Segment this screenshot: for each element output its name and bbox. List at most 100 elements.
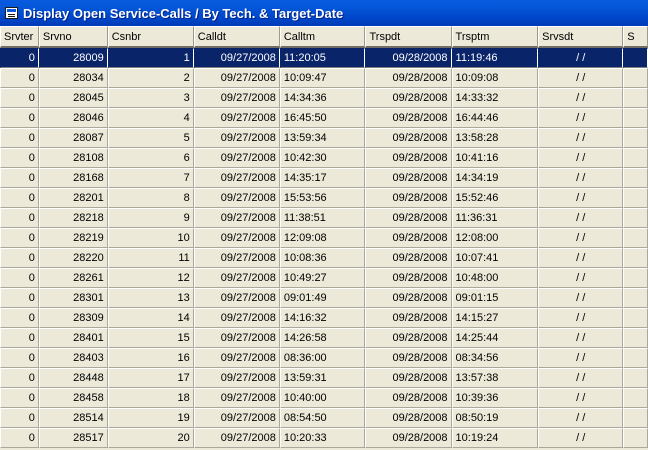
cell-trspdt[interactable]: 09/28/2008: [365, 408, 452, 428]
cell-calltm[interactable]: 08:54:50: [279, 408, 366, 428]
column-header-trsptm[interactable]: Trsptm: [451, 26, 539, 48]
cell-srvsdt[interactable]: / /: [538, 48, 624, 68]
cell-trsptm[interactable]: 10:39:36: [451, 388, 539, 408]
cell-trspdt[interactable]: 09/28/2008: [365, 248, 452, 268]
cell-srvsdt[interactable]: / /: [538, 388, 624, 408]
cell-srvsdt[interactable]: / /: [538, 88, 624, 108]
cell-csnbr[interactable]: 14: [107, 308, 194, 328]
cell-srvsdt[interactable]: / /: [538, 248, 624, 268]
cell-trsptm[interactable]: 16:44:46: [451, 108, 539, 128]
cell-trsptm[interactable]: 09:01:15: [451, 288, 539, 308]
table-row[interactable]: 0 28301 13 09/27/2008 09:01:49 09/28/2008 09:0…: [0, 288, 648, 308]
cell-srvno[interactable]: 28517: [38, 428, 108, 448]
cell-s[interactable]: [623, 228, 648, 248]
cell-srvsdt[interactable]: / /: [538, 408, 624, 428]
cell-trsptm[interactable]: 10:19:24: [451, 428, 539, 448]
cell-trsptm[interactable]: 11:36:31: [451, 208, 539, 228]
cell-srvsdt[interactable]: / /: [538, 268, 624, 288]
table-row[interactable]: 0 28261 12 09/27/2008 10:49:27 09/28/2008 10:4…: [0, 268, 648, 288]
cell-csnbr[interactable]: 12: [107, 268, 194, 288]
cell-trspdt[interactable]: 09/28/2008: [365, 308, 452, 328]
cell-srvsdt[interactable]: / /: [538, 68, 624, 88]
cell-srvsdt[interactable]: / /: [538, 108, 624, 128]
cell-calltm[interactable]: 10:42:30: [279, 148, 366, 168]
cell-s[interactable]: [623, 48, 648, 68]
cell-calltm[interactable]: 11:38:51: [279, 208, 366, 228]
cell-trsptm[interactable]: 14:33:32: [451, 88, 539, 108]
cell-s[interactable]: [623, 388, 648, 408]
cell-calldt[interactable]: 09/27/2008: [193, 48, 280, 68]
cell-trsptm[interactable]: 08:50:19: [451, 408, 539, 428]
cell-srvter[interactable]: 0: [0, 348, 39, 368]
cell-csnbr[interactable]: 5: [107, 128, 194, 148]
table-row[interactable]: 0 28108 6 09/27/2008 10:42:30 09/28/2008 10:41…: [0, 148, 648, 168]
cell-calldt[interactable]: 09/27/2008: [193, 368, 280, 388]
cell-calldt[interactable]: 09/27/2008: [193, 148, 280, 168]
cell-calldt[interactable]: 09/27/2008: [193, 348, 280, 368]
cell-csnbr[interactable]: 20: [107, 428, 194, 448]
cell-calltm[interactable]: 12:09:08: [279, 228, 366, 248]
cell-s[interactable]: [623, 108, 648, 128]
cell-srvsdt[interactable]: / /: [538, 288, 624, 308]
cell-csnbr[interactable]: 19: [107, 408, 194, 428]
cell-s[interactable]: [623, 188, 648, 208]
cell-trsptm[interactable]: 10:41:16: [451, 148, 539, 168]
cell-calldt[interactable]: 09/27/2008: [193, 228, 280, 248]
cell-srvsdt[interactable]: / /: [538, 148, 624, 168]
cell-s[interactable]: [623, 308, 648, 328]
cell-trspdt[interactable]: 09/28/2008: [365, 128, 452, 148]
cell-srvno[interactable]: 28201: [38, 188, 108, 208]
cell-csnbr[interactable]: 16: [107, 348, 194, 368]
cell-csnbr[interactable]: 9: [107, 208, 194, 228]
cell-srvno[interactable]: 28045: [38, 88, 108, 108]
cell-srvno[interactable]: 28009: [38, 48, 108, 68]
table-row[interactable]: 0 28045 3 09/27/2008 14:34:36 09/28/2008 14:33…: [0, 88, 648, 108]
cell-trspdt[interactable]: 09/28/2008: [365, 148, 452, 168]
cell-csnbr[interactable]: 8: [107, 188, 194, 208]
cell-srvsdt[interactable]: / /: [538, 368, 624, 388]
cell-trsptm[interactable]: 10:09:08: [451, 68, 539, 88]
cell-srvno[interactable]: 28046: [38, 108, 108, 128]
cell-calldt[interactable]: 09/27/2008: [193, 108, 280, 128]
cell-srvno[interactable]: 28458: [38, 388, 108, 408]
cell-csnbr[interactable]: 3: [107, 88, 194, 108]
cell-csnbr[interactable]: 17: [107, 368, 194, 388]
cell-srvno[interactable]: 28218: [38, 208, 108, 228]
cell-calltm[interactable]: 10:09:47: [279, 68, 366, 88]
cell-calltm[interactable]: 13:59:34: [279, 128, 366, 148]
cell-trspdt[interactable]: 09/28/2008: [365, 88, 452, 108]
cell-srvter[interactable]: 0: [0, 388, 39, 408]
cell-csnbr[interactable]: 1: [107, 48, 194, 68]
cell-calldt[interactable]: 09/27/2008: [193, 208, 280, 228]
cell-trsptm[interactable]: 15:52:46: [451, 188, 539, 208]
cell-srvno[interactable]: 28401: [38, 328, 108, 348]
cell-srvter[interactable]: 0: [0, 108, 39, 128]
table-row[interactable]: 0 28514 19 09/27/2008 08:54:50 09/28/2008 08:5…: [0, 408, 648, 428]
cell-srvsdt[interactable]: / /: [538, 308, 624, 328]
cell-calltm[interactable]: 10:08:36: [279, 248, 366, 268]
table-row[interactable]: 0 28201 8 09/27/2008 15:53:56 09/28/2008 15:52…: [0, 188, 648, 208]
cell-trsptm[interactable]: 13:58:28: [451, 128, 539, 148]
cell-csnbr[interactable]: 7: [107, 168, 194, 188]
cell-trspdt[interactable]: 09/28/2008: [365, 288, 452, 308]
cell-calltm[interactable]: 13:59:31: [279, 368, 366, 388]
column-header-calltm[interactable]: Calltm: [279, 26, 366, 48]
cell-srvter[interactable]: 0: [0, 48, 39, 68]
cell-calldt[interactable]: 09/27/2008: [193, 128, 280, 148]
cell-calldt[interactable]: 09/27/2008: [193, 308, 280, 328]
cell-trspdt[interactable]: 09/28/2008: [365, 168, 452, 188]
cell-calltm[interactable]: 10:49:27: [279, 268, 366, 288]
cell-srvno[interactable]: 28514: [38, 408, 108, 428]
cell-srvno[interactable]: 28403: [38, 348, 108, 368]
column-header-srvsdt[interactable]: Srvsdt: [538, 26, 624, 48]
cell-calldt[interactable]: 09/27/2008: [193, 268, 280, 288]
column-header-s[interactable]: S: [623, 26, 648, 48]
cell-s[interactable]: [623, 368, 648, 388]
cell-s[interactable]: [623, 348, 648, 368]
cell-s[interactable]: [623, 168, 648, 188]
cell-srvno[interactable]: 28448: [38, 368, 108, 388]
cell-calltm[interactable]: 09:01:49: [279, 288, 366, 308]
cell-calldt[interactable]: 09/27/2008: [193, 168, 280, 188]
cell-csnbr[interactable]: 10: [107, 228, 194, 248]
cell-trsptm[interactable]: 10:07:41: [451, 248, 539, 268]
